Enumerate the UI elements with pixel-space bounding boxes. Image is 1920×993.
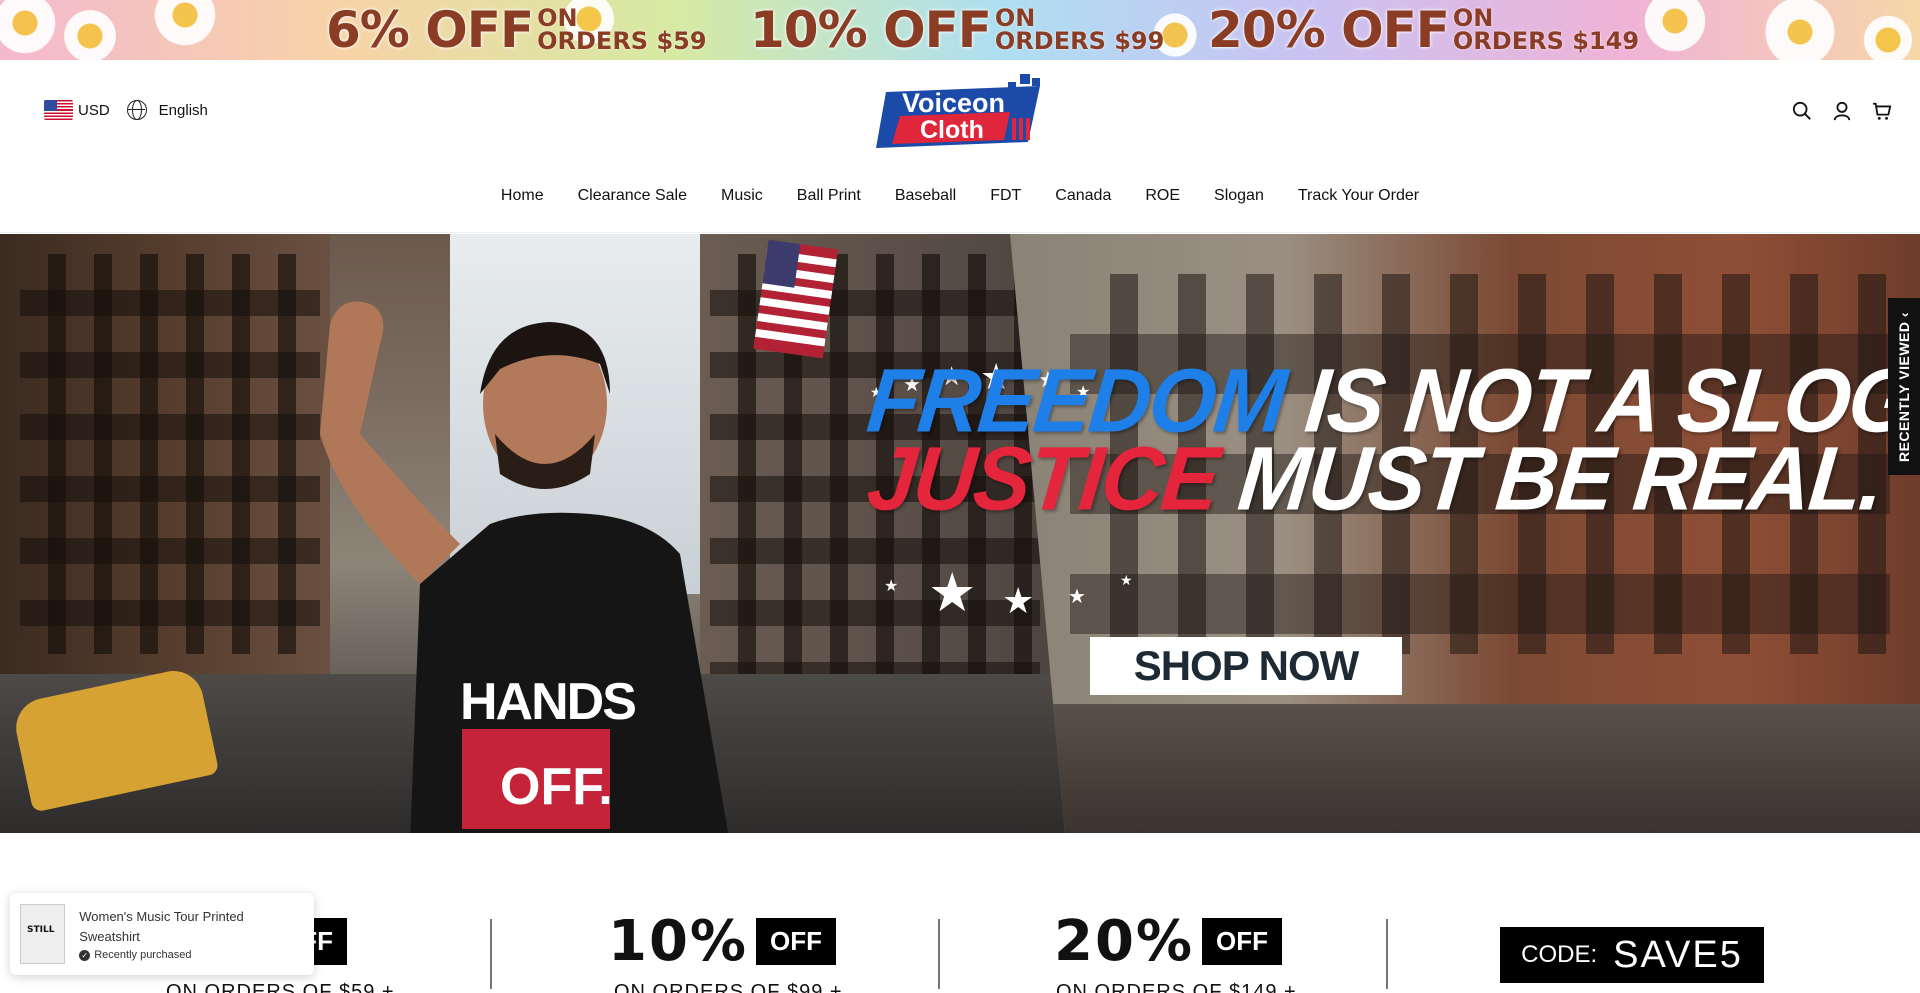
daisy-decoration (150, 0, 220, 50)
daisy-decoration (60, 6, 120, 60)
divider (1386, 919, 1388, 989)
recent-purchase-popup[interactable]: Women's Music Tour Printed Sweatshirt ✓ … (10, 893, 314, 975)
recently-viewed-label: RECENTLY VIEWED (1896, 321, 1912, 462)
cart-icon[interactable] (1872, 100, 1892, 122)
main-nav: Home Clearance Sale Music Ball Print Bas… (0, 187, 1920, 205)
language-selector[interactable]: English (159, 102, 208, 119)
discount-percent: 10% (608, 909, 749, 974)
promo-percent: 6% OFF (326, 1, 534, 59)
site-header: USD English Voiceon Cloth Home Clearance… (0, 60, 1920, 233)
globe-icon[interactable] (126, 100, 147, 120)
promo-orders: ORDERS $59 (537, 27, 707, 55)
discount-condition: ON ORDERS OF $99 + (614, 981, 843, 993)
daisy-decoration (1640, 0, 1710, 56)
hero-headline: FREEDOM IS NOT A SLOGAN JUSTICE MUST BE … (863, 351, 1920, 530)
account-icon[interactable] (1832, 100, 1852, 122)
daisy-decoration (1760, 0, 1840, 60)
promo-item-2: 10% OFF ON ORDERS $99 (750, 2, 1164, 58)
popup-product-title: Women's Music Tour Printed Sweatshirt (79, 909, 244, 944)
nav-item-ball-print[interactable]: Ball Print (797, 187, 861, 205)
code-value: SAVE5 (1613, 933, 1743, 976)
locale-selector: USD English (44, 100, 208, 120)
nav-item-music[interactable]: Music (721, 187, 763, 205)
daisy-decoration (0, 0, 60, 58)
promo-item-1: 6% OFF ON ORDERS $59 (326, 2, 707, 58)
nav-item-track-order[interactable]: Track Your Order (1298, 187, 1419, 205)
american-flag (753, 239, 839, 359)
promo-orders: ORDERS $149 (1452, 27, 1640, 55)
star-decoration: ★ (928, 561, 977, 624)
search-icon[interactable] (1792, 100, 1812, 122)
shirt-print-text: HANDS (460, 673, 635, 731)
nav-item-home[interactable]: Home (501, 187, 544, 205)
discount-condition: ON ORDERS OF $149 + (1056, 981, 1297, 993)
divider (938, 919, 940, 989)
model-photo: HANDS OFF. (320, 301, 729, 833)
nav-item-canada[interactable]: Canada (1055, 187, 1111, 205)
daisy-decoration (1860, 12, 1916, 60)
popup-status: ✓ Recently purchased (79, 949, 304, 961)
promo-item-3: 20% OFF ON ORDERS $149 (1208, 2, 1639, 58)
street (1010, 704, 1920, 833)
promo-percent: 20% OFF (1208, 1, 1450, 59)
hero-photo-right (1010, 234, 1920, 833)
star-decoration: ★ (1068, 584, 1086, 608)
promo-banner[interactable]: 6% OFF ON ORDERS $59 10% OFF ON ORDERS $99… (0, 0, 1920, 60)
nav-item-roe[interactable]: ROE (1145, 187, 1180, 205)
discount-code-box[interactable]: CODE: SAVE5 (1500, 927, 1764, 983)
shop-now-button[interactable]: SHOP NOW (1090, 637, 1402, 695)
star-decoration: ★ (884, 576, 899, 595)
hero-banner[interactable]: HANDS OFF. ★ ★ ★ ★ ★ ★ ★ ★ ★ ★ ★ ★ (0, 234, 1920, 833)
hero-photo-left: HANDS OFF. (0, 234, 1080, 833)
star-decoration: ★ (1002, 581, 1035, 622)
discount-condition: ON ORDERS OF $59 + (166, 981, 395, 993)
nav-item-clearance-sale[interactable]: Clearance Sale (578, 187, 687, 205)
star-decoration: ★ (1120, 573, 1133, 589)
check-icon: ✓ (79, 949, 91, 961)
logo-text-line2: Cloth (920, 116, 984, 144)
discount-off-badge: OFF (1202, 918, 1283, 965)
currency-selector[interactable]: USD (78, 102, 110, 119)
nav-item-fdt[interactable]: FDT (990, 187, 1021, 205)
building-windows (20, 254, 320, 654)
promo-orders: ORDERS $99 (994, 27, 1165, 55)
discount-off-badge: OFF (756, 918, 837, 965)
headline-line2-rest: MUST BE REAL. (1234, 428, 1888, 530)
site-logo[interactable]: Voiceon Cloth (872, 72, 1050, 152)
recently-viewed-tab[interactable]: RECENTLY VIEWED ‹ (1888, 298, 1920, 475)
discount-tier-2: 10% OFF (608, 909, 837, 974)
nav-item-slogan[interactable]: Slogan (1214, 187, 1264, 205)
product-thumbnail (20, 904, 66, 964)
code-label: CODE: (1521, 941, 1598, 968)
nav-item-baseball[interactable]: Baseball (895, 187, 956, 205)
headline-word-justice: JUSTICE (862, 428, 1223, 530)
discount-tier-3: 20% OFF (1054, 909, 1283, 974)
logo-text-line1: Voiceon (902, 88, 1005, 118)
promo-percent: 10% OFF (750, 1, 992, 59)
us-flag-icon[interactable] (44, 100, 73, 120)
discount-percent: 20% (1054, 909, 1195, 974)
chevron-up-icon: ‹ (1896, 311, 1912, 317)
popup-status-text: Recently purchased (94, 949, 192, 961)
shirt-print-text2: OFF. (500, 758, 613, 816)
header-actions (1792, 100, 1892, 122)
divider (490, 919, 492, 989)
